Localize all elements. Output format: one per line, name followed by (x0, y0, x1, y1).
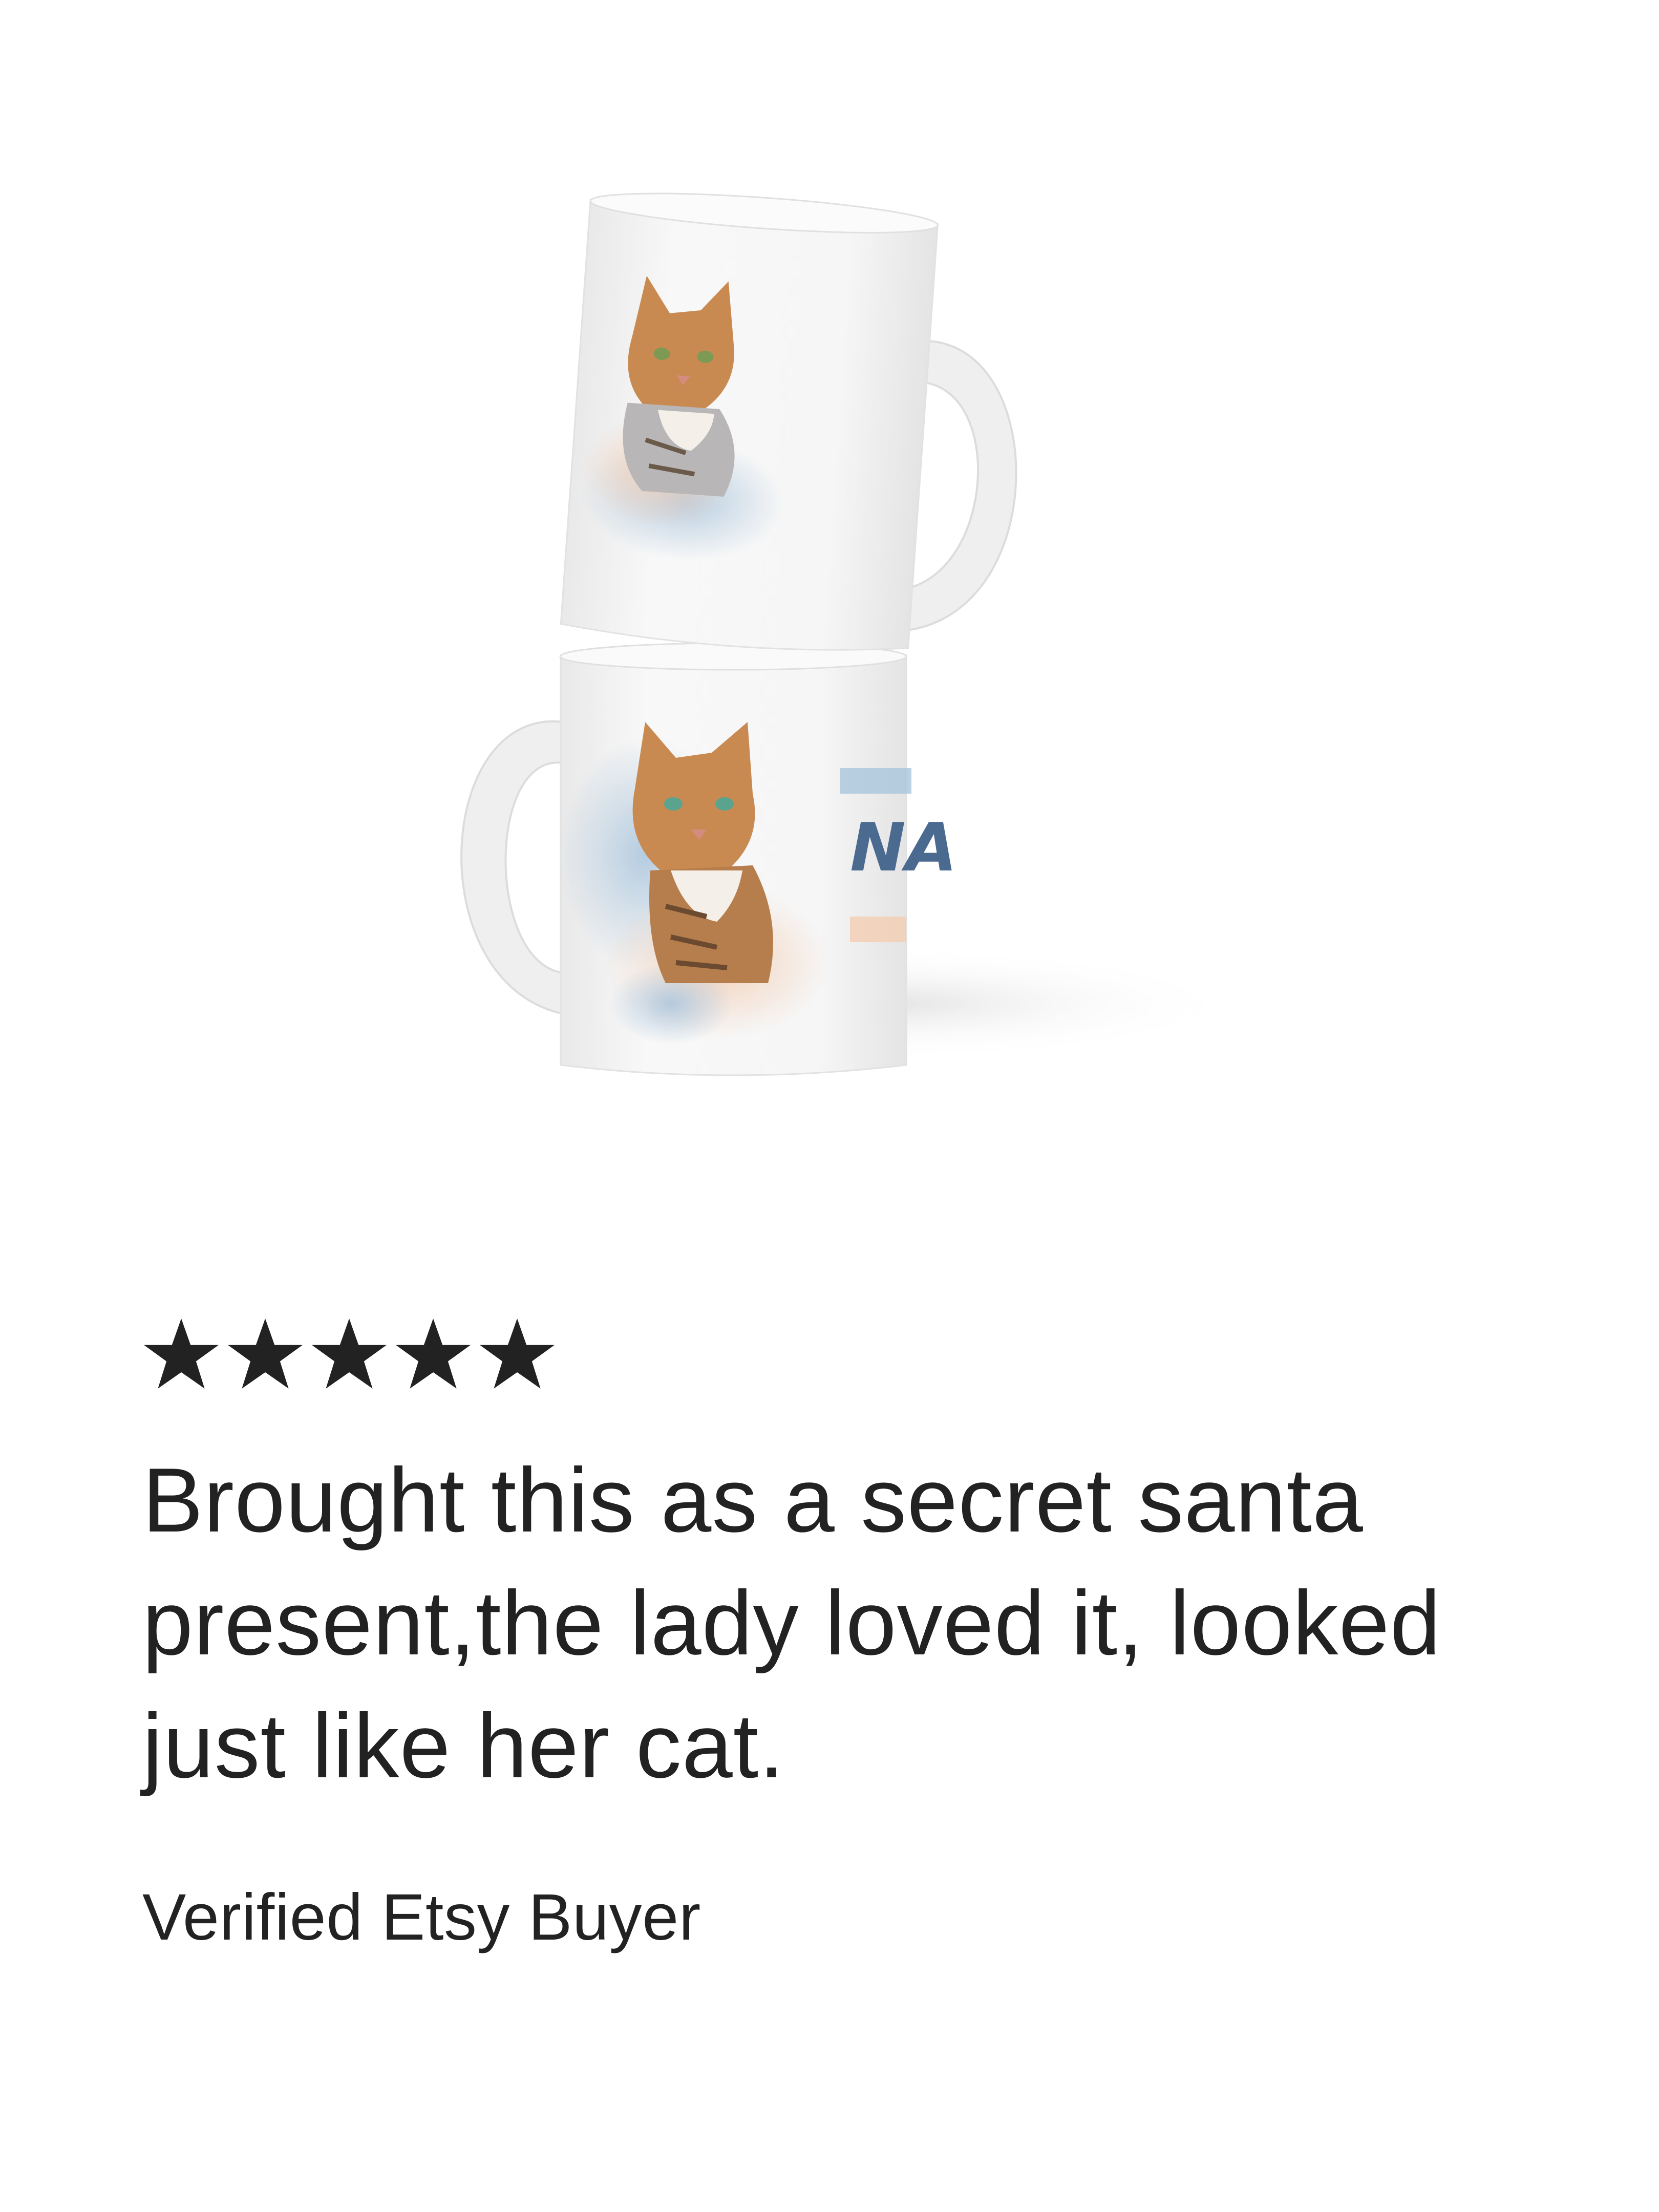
reviewer-name: Verified Etsy Buyer (142, 1881, 701, 1954)
star-icon (228, 1318, 303, 1389)
star-rating (142, 1316, 1525, 1393)
star-icon (396, 1318, 471, 1389)
stacked-mugs-illustration: NA (460, 193, 1239, 1076)
mug-name-text: NA (850, 809, 957, 886)
star-icon (312, 1318, 387, 1389)
star-icon (144, 1318, 219, 1389)
review-text: Brought this as a secret santa present,t… (142, 1449, 1441, 1797)
top-mug (560, 193, 1017, 651)
star-icon (480, 1318, 555, 1389)
review-card: Brought this as a secret santa present,t… (142, 1316, 1525, 1956)
product-photo: NA (358, 164, 1331, 1137)
